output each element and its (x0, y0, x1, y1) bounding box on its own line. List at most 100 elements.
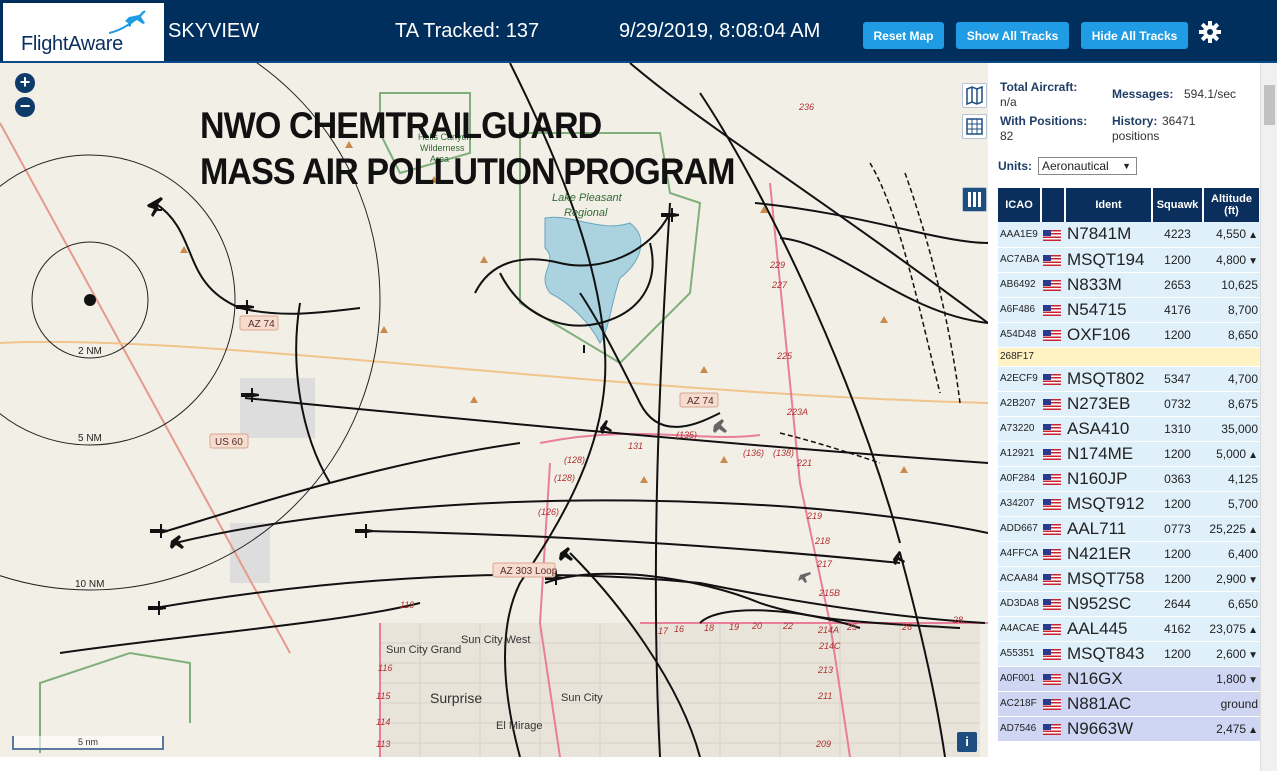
cell-flag (1041, 691, 1065, 717)
table-row[interactable]: A12921 N174ME 1200 5,000 ▲ (998, 441, 1260, 467)
cell-flag (1041, 297, 1065, 323)
table-row[interactable]: AD7546 N9663W 2,475 ▲ (998, 716, 1260, 742)
us-flag-icon (1043, 673, 1061, 685)
cell-icao-text: A2ECF9 (1000, 373, 1038, 384)
cell-flag (1041, 591, 1065, 617)
us-flag-icon (1043, 423, 1061, 435)
table-row[interactable]: A2B207 N273EB 0732 8,675 (998, 391, 1260, 417)
cell-altitude: 5,700 (1203, 491, 1260, 517)
grid-icon (966, 118, 983, 135)
zoom-out-button[interactable]: − (15, 97, 35, 117)
cell-squawk: 0732 (1152, 391, 1203, 417)
us-flag-icon (1043, 548, 1061, 560)
cell-squawk-text: 4176 (1164, 302, 1191, 317)
show-all-tracks-button[interactable]: Show All Tracks (956, 22, 1069, 49)
column-header-icao[interactable]: ICAO (998, 188, 1042, 222)
cell-ident: N160JP (1065, 466, 1152, 492)
table-row[interactable]: A6F486 N54715 4176 8,700 (998, 297, 1260, 323)
cell-squawk: 5347 (1152, 366, 1203, 392)
cell-altitude: 8,675 (1203, 391, 1260, 417)
us-flag-icon (1043, 229, 1061, 241)
cell-flag (1041, 347, 1065, 367)
table-row[interactable]: A4ACAE AAL445 4162 23,075 ▲ (998, 616, 1260, 642)
cell-altitude: 4,125 (1203, 466, 1260, 492)
column-header-squawk[interactable]: Squawk (1152, 188, 1204, 222)
cell-altitude: 1,800 ▼ (1203, 666, 1260, 692)
cell-ident: N7841M (1065, 222, 1152, 248)
svg-text:213: 213 (817, 665, 833, 675)
grid-toggle-button[interactable] (962, 114, 987, 139)
us-flag-icon (1043, 523, 1061, 535)
svg-text:22: 22 (782, 621, 793, 631)
cell-icao: A4FFCA (998, 541, 1041, 567)
table-row[interactable]: AC7ABA MSQT194 1200 4,800 ▼ (998, 247, 1260, 273)
cell-ident: N174ME (1065, 441, 1152, 467)
flightaware-logo[interactable]: FlightAware (3, 3, 164, 61)
table-row[interactable]: A73220 ASA410 1310 35,000 (998, 416, 1260, 442)
cell-altitude-text: 1,800 (1216, 671, 1247, 686)
cell-squawk: 4176 (1152, 297, 1203, 323)
cell-icao: AAA1E9 (998, 222, 1041, 248)
units-select[interactable]: Aeronautical ▼ (1038, 157, 1137, 175)
overlay-caption: NWO CHEMTRAILGUARD MASS AIR POLLUTION PR… (200, 103, 736, 195)
hide-all-tracks-button[interactable]: Hide All Tracks (1081, 22, 1188, 49)
table-row[interactable]: AD3DA8 N952SC 2644 6,650 (998, 591, 1260, 617)
sidebar-scrollbar[interactable] (1260, 63, 1277, 771)
cell-ident-text: OXF106 (1067, 324, 1131, 344)
svg-text:214C: 214C (818, 641, 841, 651)
gear-icon[interactable] (1198, 20, 1222, 44)
svg-text:214A: 214A (817, 625, 839, 635)
cell-squawk-text: 0363 (1164, 471, 1191, 486)
cell-icao: A6F486 (998, 297, 1041, 323)
cell-icao-text: ADD667 (1000, 523, 1038, 534)
table-row[interactable]: A34207 MSQT912 1200 5,700 (998, 491, 1260, 517)
cell-icao: A2B207 (998, 391, 1041, 417)
reset-map-button[interactable]: Reset Map (863, 22, 944, 49)
cell-altitude-text: 5,000 (1216, 446, 1247, 461)
table-row[interactable]: AB6492 N833M 2653 10,625 (998, 272, 1260, 298)
table-row[interactable]: A0F284 N160JP 0363 4,125 (998, 466, 1260, 492)
map-view[interactable]: 2 NM 5 NM 10 NM AZ 74 AZ 74 US 60 AZ 303… (0, 63, 988, 757)
table-row[interactable]: A4FFCA N421ER 1200 6,400 (998, 541, 1260, 567)
column-header-ident[interactable]: Ident (1065, 188, 1153, 222)
zoom-in-button[interactable]: + (15, 73, 35, 93)
cell-icao: A12921 (998, 441, 1041, 467)
history-value: 36471 (1162, 114, 1196, 128)
table-row[interactable]: ACAA84 MSQT758 1200 2,900 ▼ (998, 566, 1260, 592)
cell-squawk: 4223 (1152, 222, 1203, 248)
cell-squawk-text: 2653 (1164, 277, 1191, 292)
cell-icao-text: A0F001 (1000, 673, 1036, 684)
scrollbar-thumb[interactable] (1264, 85, 1275, 125)
column-header-altitude[interactable]: Altitude (ft) (1203, 188, 1261, 222)
table-row[interactable]: A0F001 N16GX 1,800 ▼ (998, 666, 1260, 692)
table-row[interactable]: AAA1E9 N7841M 4223 4,550 ▲ (998, 222, 1260, 248)
cell-flag (1041, 666, 1065, 692)
column-header-flag[interactable] (1041, 188, 1066, 222)
svg-text:225: 225 (776, 351, 793, 361)
table-row[interactable]: A2ECF9 MSQT802 5347 4,700 (998, 366, 1260, 392)
table-row[interactable]: ADD667 AAL711 0773 25,225 ▲ (998, 516, 1260, 542)
cell-flag (1041, 247, 1065, 273)
info-button[interactable]: i (957, 732, 977, 752)
map-layers-button[interactable] (962, 83, 987, 108)
tracked-count: TA Tracked: 137 (395, 20, 540, 42)
cell-icao: ADD667 (998, 516, 1041, 542)
table-row[interactable]: AC218F N881AC ground (998, 691, 1260, 717)
cell-squawk: 4162 (1152, 616, 1203, 642)
svg-text:(136): (136) (743, 448, 764, 458)
cell-icao-text: A6F486 (1000, 304, 1036, 315)
cell-ident: N881AC (1065, 691, 1152, 717)
cell-altitude: 2,900 ▼ (1203, 566, 1260, 592)
table-row[interactable]: A55351 MSQT843 1200 2,600 ▼ (998, 641, 1260, 667)
cell-squawk-text: 0732 (1164, 396, 1191, 411)
cell-ident: OXF106 (1065, 322, 1152, 348)
cell-altitude: 23,075 ▲ (1203, 616, 1260, 642)
svg-text:AZ 303 Loop: AZ 303 Loop (500, 566, 558, 577)
table-row[interactable]: 268F17 (998, 347, 1260, 367)
svg-text:227: 227 (771, 280, 788, 290)
columns-toggle-button[interactable] (962, 187, 987, 212)
table-row[interactable]: A54D48 OXF106 1200 8,650 (998, 322, 1260, 348)
cell-squawk: 0773 (1152, 516, 1203, 542)
svg-text:(128): (128) (564, 455, 585, 465)
cell-flag (1041, 272, 1065, 298)
